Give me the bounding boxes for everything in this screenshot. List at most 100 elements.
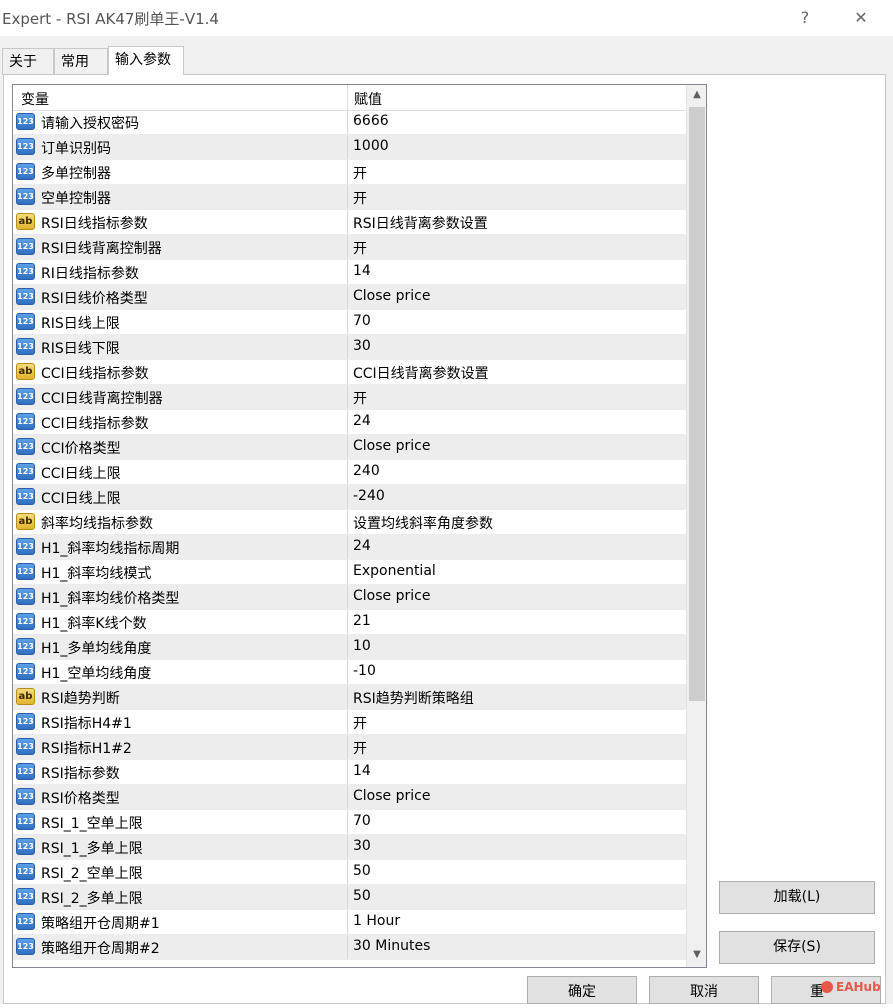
parameter-value[interactable]: -10 — [353, 663, 376, 679]
grid-row[interactable]: 123 多单控制器 开 — [13, 160, 686, 185]
grid-row[interactable]: 123 空单控制器 开 — [13, 185, 686, 210]
save-button[interactable]: 保存(S) — [719, 931, 875, 964]
grid-row[interactable]: 123 H1_斜率均线模式 Exponential — [13, 560, 686, 585]
numeric-type-icon: 123 — [16, 463, 35, 480]
grid-row[interactable]: 123 RSI指标H4#1 开 — [13, 710, 686, 735]
grid-row[interactable]: 123 策略组开仓周期#1 1 Hour — [13, 910, 686, 935]
parameter-value[interactable]: 开 — [353, 238, 367, 258]
parameter-value[interactable]: 6666 — [353, 113, 389, 129]
parameter-value[interactable]: CCI日线背离参数设置 — [353, 363, 489, 383]
parameter-name: H1_斜率均线指标周期 — [41, 541, 180, 557]
grid-row[interactable]: ab RSI趋势判断 RSI趋势判断策略组 — [13, 685, 686, 710]
tab-about[interactable]: 关于 — [2, 48, 54, 75]
parameter-value[interactable]: 70 — [353, 313, 371, 329]
grid-row[interactable]: ab 斜率均线指标参数 设置均线斜率角度参数 — [13, 510, 686, 535]
grid-row[interactable]: 123 RIS日线下限 30 — [13, 335, 686, 360]
parameter-value[interactable]: 开 — [353, 188, 367, 208]
column-header-variable[interactable]: 变量 — [21, 89, 49, 109]
close-button[interactable]: ✕ — [849, 6, 873, 30]
grid-row[interactable]: 123 RSI_2_空单上限 50 — [13, 860, 686, 885]
parameter-value[interactable]: -240 — [353, 488, 385, 504]
parameter-value[interactable]: 50 — [353, 863, 371, 879]
row-column-divider — [347, 310, 348, 334]
parameter-value[interactable]: 1000 — [353, 138, 389, 154]
tab-inputs[interactable]: 输入参数 — [108, 46, 184, 75]
scrollbar-thumb[interactable] — [689, 107, 705, 701]
row-column-divider — [347, 810, 348, 834]
parameter-value[interactable]: 30 — [353, 338, 371, 354]
load-button[interactable]: 加载(L) — [719, 881, 875, 914]
parameter-value[interactable]: RSI趋势判断策略组 — [353, 688, 474, 708]
column-divider[interactable] — [347, 85, 348, 110]
parameter-name: RSI价格类型 — [41, 791, 120, 807]
numeric-type-icon: 123 — [16, 538, 35, 555]
grid-row[interactable]: 123 CCI价格类型 Close price — [13, 435, 686, 460]
row-column-divider — [347, 435, 348, 459]
grid-row[interactable]: 123 RSI指标H1#2 开 — [13, 735, 686, 760]
parameter-name: H1_斜率均线价格类型 — [41, 591, 180, 607]
grid-row[interactable]: 123 CCI日线背离控制器 开 — [13, 385, 686, 410]
numeric-type-icon: 123 — [16, 163, 35, 180]
vertical-scrollbar[interactable]: ▲ ▼ — [686, 85, 706, 967]
row-column-divider — [347, 335, 348, 359]
grid-row[interactable]: 123 RIS日线上限 70 — [13, 310, 686, 335]
grid-row[interactable]: 123 CCI日线上限 -240 — [13, 485, 686, 510]
parameter-value[interactable]: Close price — [353, 288, 430, 304]
parameter-name: 请输入授权密码 — [41, 116, 139, 132]
ok-button[interactable]: 确定 — [527, 976, 637, 1004]
grid-row[interactable]: 123 RSI价格类型 Close price — [13, 785, 686, 810]
parameter-value[interactable]: 14 — [353, 763, 371, 779]
parameter-value[interactable]: 14 — [353, 263, 371, 279]
grid-row[interactable]: 123 RSI日线背离控制器 开 — [13, 235, 686, 260]
parameter-value[interactable]: 50 — [353, 888, 371, 904]
grid-row[interactable]: 123 策略组开仓周期#2 30 Minutes — [13, 935, 686, 960]
grid-row[interactable]: 123 H1_斜率均线价格类型 Close price — [13, 585, 686, 610]
parameter-value[interactable]: 240 — [353, 463, 380, 479]
parameter-value[interactable]: 10 — [353, 638, 371, 654]
parameter-value[interactable]: 1 Hour — [353, 913, 400, 929]
parameter-value[interactable]: 开 — [353, 163, 367, 183]
grid-row[interactable]: 123 订单识别码 1000 — [13, 135, 686, 160]
parameter-value[interactable]: Exponential — [353, 563, 436, 579]
parameter-value[interactable]: 开 — [353, 388, 367, 408]
parameter-value[interactable]: 30 Minutes — [353, 938, 430, 954]
numeric-type-icon: 123 — [16, 488, 35, 505]
cancel-button[interactable]: 取消 — [649, 976, 759, 1004]
parameter-value[interactable]: 24 — [353, 413, 371, 429]
grid-row[interactable]: ab CCI日线指标参数 CCI日线背离参数设置 — [13, 360, 686, 385]
grid-row[interactable]: 123 RI日线指标参数 14 — [13, 260, 686, 285]
grid-row[interactable]: 123 H1_斜率K线个数 21 — [13, 610, 686, 635]
parameter-value[interactable]: 21 — [353, 613, 371, 629]
parameter-value[interactable]: Close price — [353, 588, 430, 604]
parameter-value[interactable]: 24 — [353, 538, 371, 554]
column-header-value[interactable]: 赋值 — [354, 89, 382, 109]
grid-row[interactable]: 123 RSI_1_多单上限 30 — [13, 835, 686, 860]
parameter-value[interactable]: 设置均线斜率角度参数 — [353, 513, 493, 533]
parameter-value[interactable]: 30 — [353, 838, 371, 854]
scroll-up-icon[interactable]: ▲ — [687, 85, 706, 105]
tab-common[interactable]: 常用 — [54, 48, 108, 75]
grid-row[interactable]: 123 RSI_2_多单上限 50 — [13, 885, 686, 910]
parameter-value[interactable]: 70 — [353, 813, 371, 829]
parameter-name: RSI日线背离控制器 — [41, 241, 162, 257]
parameter-value[interactable]: Close price — [353, 788, 430, 804]
parameter-value[interactable]: 开 — [353, 713, 367, 733]
scroll-down-icon[interactable]: ▼ — [687, 945, 706, 965]
grid-row[interactable]: 123 请输入授权密码 6666 — [13, 110, 686, 135]
grid-row[interactable]: 123 H1_多单均线角度 10 — [13, 635, 686, 660]
parameter-name: 策略组开仓周期#2 — [41, 941, 160, 957]
grid-row[interactable]: 123 CCI日线指标参数 24 — [13, 410, 686, 435]
grid-row[interactable]: ab RSI日线指标参数 RSI日线背离参数设置 — [13, 210, 686, 235]
grid-row[interactable]: 123 CCI日线上限 240 — [13, 460, 686, 485]
parameter-value[interactable]: Close price — [353, 438, 430, 454]
parameter-value[interactable]: RSI日线背离参数设置 — [353, 213, 488, 233]
grid-row[interactable]: 123 RSI日线价格类型 Close price — [13, 285, 686, 310]
help-button[interactable]: ? — [793, 6, 817, 30]
parameter-name: RSI趋势判断 — [41, 691, 120, 707]
grid-row[interactable]: 123 RSI指标参数 14 — [13, 760, 686, 785]
parameter-name: RSI_2_多单上限 — [41, 891, 143, 907]
grid-row[interactable]: 123 RSI_1_空单上限 70 — [13, 810, 686, 835]
grid-row[interactable]: 123 H1_斜率均线指标周期 24 — [13, 535, 686, 560]
parameter-value[interactable]: 开 — [353, 738, 367, 758]
grid-row[interactable]: 123 H1_空单均线角度 -10 — [13, 660, 686, 685]
